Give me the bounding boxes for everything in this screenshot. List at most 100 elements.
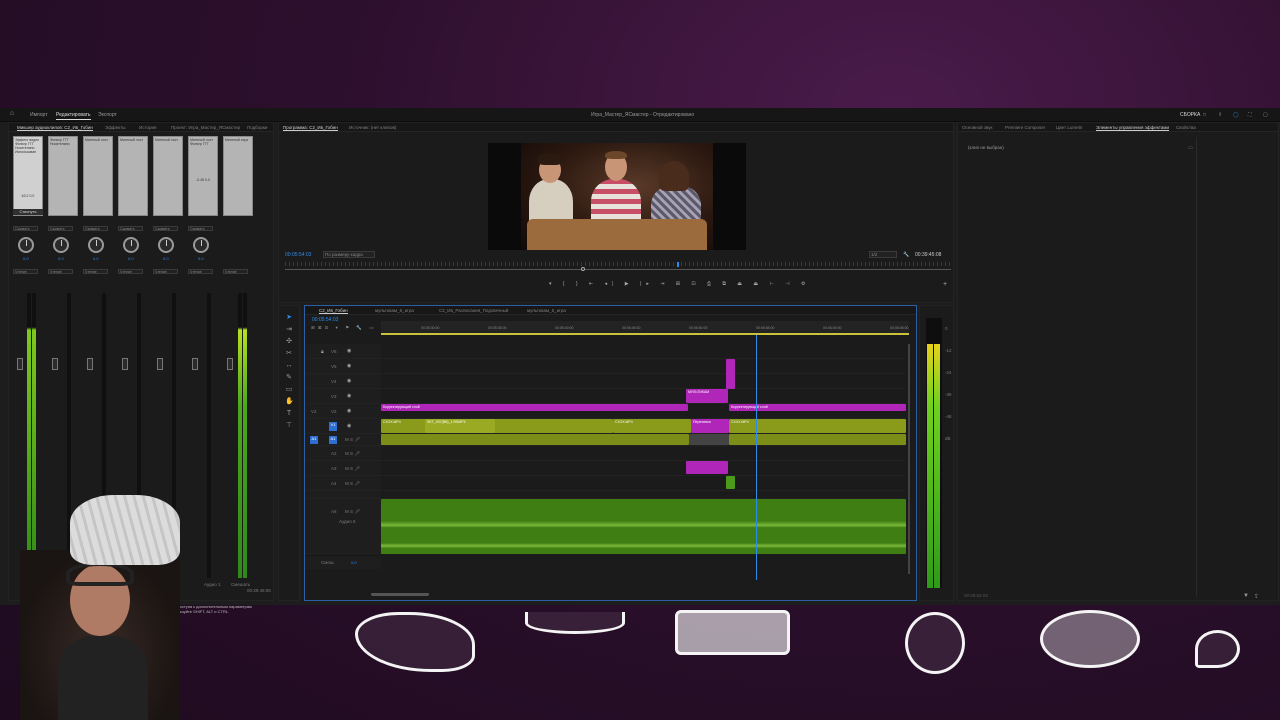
track-target[interactable]: A1 xyxy=(329,436,337,444)
tab-history[interactable]: История xyxy=(139,125,156,130)
filter-icon[interactable]: ▼ xyxy=(1243,593,1249,599)
volume-fader[interactable] xyxy=(17,358,23,370)
monitor-scrollbar[interactable] xyxy=(285,269,951,270)
automation-dropdown[interactable]: Чтение xyxy=(188,269,213,274)
channel-strip[interactable]: Минтный лост xyxy=(153,136,183,216)
pan-value[interactable]: 0.0 xyxy=(93,256,99,261)
automation-dropdown[interactable]: Чтение xyxy=(118,269,143,274)
mode-dropdown[interactable]: Сжимать xyxy=(83,226,108,231)
cloud-icon[interactable]: ◯ xyxy=(1233,112,1239,118)
pan-value[interactable]: 0.0 xyxy=(23,256,29,261)
tab-lumetri[interactable]: Цвет Lumetri xyxy=(1056,125,1082,130)
tab-sequence[interactable]: C2_Ив_Гобин xyxy=(319,308,348,314)
tab-essential-sound[interactable]: Основной звук xyxy=(962,125,992,130)
eye-icon[interactable]: ◉ xyxy=(347,408,351,414)
channel-strip[interactable]: Минтный лост xyxy=(83,136,113,216)
caption-tool-icon[interactable]: ⊤ xyxy=(285,422,293,430)
slip-tool-icon[interactable]: ↔ xyxy=(285,362,293,370)
export-icon[interactable]: ⇪ xyxy=(1254,593,1259,600)
mode-dropdown[interactable]: Сжимать xyxy=(13,226,38,231)
mute-solo-icons[interactable]: M S 🎤︎ xyxy=(345,509,360,515)
mute-solo-icons[interactable]: M S 🎤︎ xyxy=(345,437,360,443)
tab-sequence[interactable]: мультикам_6_игра xyxy=(375,308,414,313)
home-icon[interactable]: ⌂ xyxy=(10,110,14,117)
quality-dropdown[interactable]: 1/2 xyxy=(869,251,897,258)
master-value[interactable]: 0.0 xyxy=(351,560,357,565)
ripple-edit-icon[interactable]: ✣ xyxy=(285,338,293,346)
playhead-handle[interactable] xyxy=(581,267,585,271)
channel-strip[interactable]: Фильтр ГТТ Носителяни xyxy=(48,136,78,216)
tab-properties[interactable]: Свойства xyxy=(1176,125,1196,130)
timeline-clip[interactable] xyxy=(726,359,735,389)
time-ruler[interactable]: 00:05:30:00 00:05:35:00 00:05:40:00 00:0… xyxy=(381,321,909,335)
add-button-icon[interactable]: + xyxy=(943,281,947,288)
audio-clip[interactable] xyxy=(686,461,728,474)
automation-dropdown[interactable]: Чтение xyxy=(48,269,73,274)
program-timecode[interactable]: 00:05:54:03 xyxy=(285,252,311,258)
wrench-icon[interactable]: 🔧 xyxy=(903,252,909,258)
eye-icon[interactable]: ◉ xyxy=(347,393,351,399)
eye-icon[interactable]: ◉ xyxy=(347,423,351,429)
channel-strip[interactable]: Минтный игра xyxy=(223,136,253,216)
frame-icon[interactable]: □ xyxy=(1203,112,1206,118)
timeline-clip[interactable]: SKT_007(ВВ)_1.RSMP4 xyxy=(425,419,495,433)
audio-clip[interactable] xyxy=(726,476,735,489)
automation-dropdown[interactable]: Чтение xyxy=(83,269,108,274)
channel-strip[interactable]: Минтный лост xyxy=(118,136,148,216)
pan-value[interactable]: 0.0 xyxy=(58,256,64,261)
workspace-label[interactable]: СБОРКА xyxy=(1180,112,1200,118)
volume-fader[interactable] xyxy=(87,358,93,370)
mode-dropdown[interactable]: Сжимать xyxy=(188,226,213,231)
eye-icon[interactable]: ◉ xyxy=(347,378,351,384)
track-target[interactable]: V1 xyxy=(329,422,337,431)
tab-effects[interactable]: Эффекты xyxy=(105,125,125,130)
pan-value[interactable]: 0.0 xyxy=(198,256,204,261)
selection-tool-icon[interactable]: ➤ xyxy=(285,314,293,322)
pan-value[interactable]: 0.0 xyxy=(128,256,134,261)
mute-solo-icons[interactable]: M S 🎤︎ xyxy=(345,466,360,472)
hand-tool-icon[interactable]: ✋ xyxy=(285,398,294,406)
tab-effect-controls[interactable]: Элементы управления эффектами xyxy=(1096,125,1169,131)
timeline-clip[interactable]: МУЛЬТИКАМ xyxy=(686,389,728,403)
monitor-ruler[interactable] xyxy=(285,262,951,266)
menu-edit[interactable]: Редактировать xyxy=(56,112,91,120)
vertical-scrollbar[interactable] xyxy=(908,344,910,574)
tab-sequence[interactable]: мультикам_5_игра xyxy=(527,308,566,313)
master-fader[interactable] xyxy=(227,358,233,370)
tab-bins[interactable]: Подборки xyxy=(247,125,267,130)
pan-knob[interactable] xyxy=(123,237,139,253)
timeline-scrollbar[interactable] xyxy=(371,593,429,596)
lock-icon[interactable]: 🔒︎ xyxy=(321,349,324,355)
menu-export[interactable]: Экспорт xyxy=(98,112,117,118)
tab-project[interactable]: Проект: Игра_Мастер_ЯСмастер xyxy=(171,125,240,130)
channel-strip[interactable]: Эффект видео Фильтр ГТТ Носителяни Испол… xyxy=(13,136,43,216)
mute-solo-icons[interactable]: M S 🎤︎ xyxy=(345,451,360,457)
audio6-clip[interactable] xyxy=(381,499,906,554)
mode-dropdown[interactable]: Сжимать xyxy=(48,226,73,231)
track-select-icon[interactable]: ⇥ xyxy=(285,326,293,334)
panel-toggle-icon[interactable]: ▭ xyxy=(1188,145,1193,151)
mode-dropdown[interactable]: Сжимать xyxy=(118,226,143,231)
tab-program[interactable]: Программа: C2_Ив_Гобин xyxy=(283,125,338,131)
tab-mixer[interactable]: Микшер аудиоклипов: C2_Ив_Гобин xyxy=(17,125,93,131)
type-tool-icon[interactable]: T xyxy=(285,410,293,418)
timeline-playhead[interactable] xyxy=(756,335,757,580)
timeline-clip[interactable]: CXXX.MP4 xyxy=(381,419,613,433)
audio-clip[interactable] xyxy=(689,434,729,445)
tab-source[interactable]: Источник: (нет клипов) xyxy=(349,125,396,130)
fullscreen-icon[interactable]: ⛶ xyxy=(1248,112,1252,118)
automation-dropdown[interactable]: Чтение xyxy=(223,269,248,274)
volume-fader[interactable] xyxy=(157,358,163,370)
mute-solo-icons[interactable]: M S 🎤︎ xyxy=(345,481,360,487)
pan-knob[interactable] xyxy=(88,237,104,253)
tab-sequence[interactable]: C2_Ив_Расписания_Подсвечный xyxy=(439,308,508,313)
pan-knob[interactable] xyxy=(18,237,34,253)
audio-clip[interactable] xyxy=(381,434,689,445)
menu-import[interactable]: Импорт xyxy=(30,112,47,118)
volume-fader[interactable] xyxy=(122,358,128,370)
pan-knob[interactable] xyxy=(158,237,174,253)
track-source-target[interactable]: A1 xyxy=(310,436,318,444)
timeline-toolbar[interactable]: ⊞⊠⊡ ▾ ⚑ 🔧 ▭ xyxy=(311,325,376,331)
automation-dropdown[interactable]: Чтение xyxy=(153,269,178,274)
automation-dropdown[interactable]: Чтение xyxy=(13,269,38,274)
